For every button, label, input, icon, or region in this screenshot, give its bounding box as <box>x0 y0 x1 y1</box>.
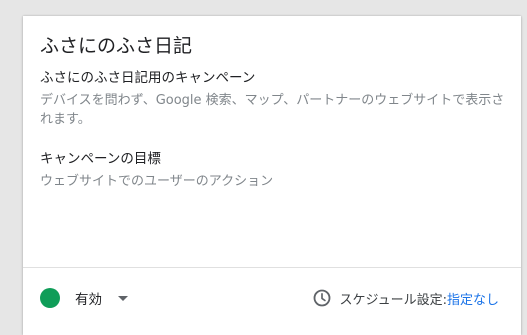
card-footer: 有効 スケジュール設定: 指定なし <box>23 267 521 335</box>
campaign-section: ふさにのふさ日記用のキャンペーン デバイスを問わず、Google 検索、マップ、… <box>40 68 508 129</box>
schedule-setting: スケジュール設定: 指定なし <box>312 286 499 310</box>
goal-heading: キャンペーンの目標 <box>40 151 161 167</box>
clock-icon <box>313 289 330 307</box>
status-label: 有効 <box>75 292 102 308</box>
campaign-description: デバイスを問わず、Google 検索、マップ、パートナーのウェブサイトで表示され… <box>40 93 505 127</box>
campaign-card: ふさにのふさ日記 ふさにのふさ日記用のキャンペーン デバイスを問わず、Googl… <box>23 16 521 335</box>
campaign-heading: ふさにのふさ日記用のキャンペーン <box>40 70 256 86</box>
card-title: ふさにのふさ日記 <box>40 35 193 57</box>
goal-description: ウェブサイトでのユーザーのアクション <box>40 174 274 189</box>
dropdown-arrow-icon <box>118 295 128 301</box>
page-background: ふさにのふさ日記 ふさにのふさ日記用のキャンペーン デバイスを問わず、Googl… <box>0 0 527 335</box>
goal-section: キャンペーンの目標 ウェブサイトでのユーザーのアクション <box>40 149 508 191</box>
schedule-label: スケジュール設定: <box>339 292 447 308</box>
schedule-value-link[interactable]: 指定なし <box>447 289 499 308</box>
status-dropdown[interactable]: 有効 <box>40 286 128 310</box>
status-indicator <box>40 288 60 308</box>
